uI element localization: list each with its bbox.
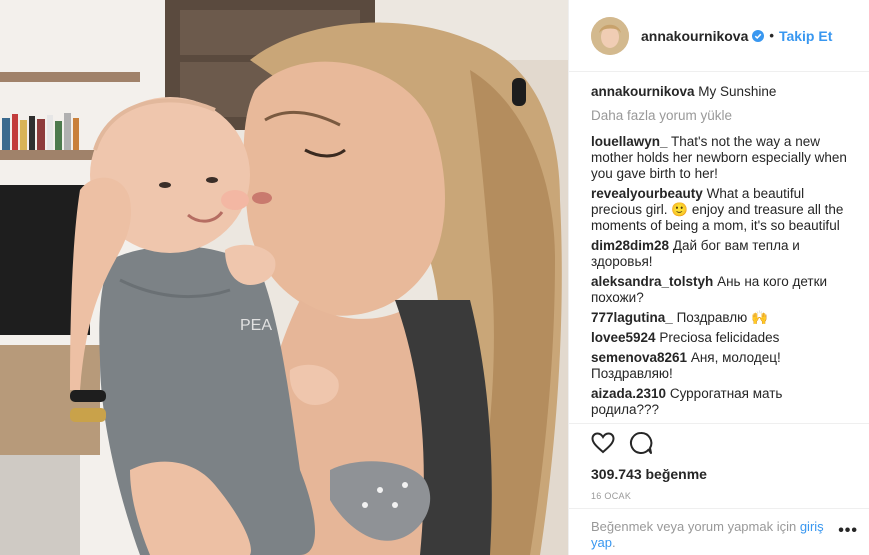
comments-list[interactable]: annakournikova My Sunshine Daha fazla yo… (591, 84, 853, 423)
comment-username[interactable]: aleksandra_tolstyh (591, 274, 713, 289)
avatar[interactable] (591, 16, 629, 55)
caption-text: My Sunshine (698, 84, 777, 99)
comment-item: aleksandra_tolstyh Ань на кого детки пох… (591, 274, 853, 306)
comment-text: Preciosa felicidades (659, 330, 780, 345)
post-date: 16 OCAK (591, 491, 632, 501)
comment-username[interactable]: 777lagutina_ (591, 310, 673, 325)
post-side-panel: annakournikova • Takip Et annakournikova… (568, 0, 869, 555)
action-icons (591, 430, 869, 456)
shirt-print-text: PEA (240, 317, 272, 334)
post-header: annakournikova • Takip Et (569, 0, 869, 72)
load-more-comments-link[interactable]: Daha fazla yorum yükle (591, 108, 853, 124)
more-options-icon[interactable]: ••• (838, 523, 858, 539)
comment-username[interactable]: revealyourbeauty (591, 186, 703, 201)
comment-username[interactable]: dim28dim28 (591, 238, 669, 253)
avatar-image (591, 16, 629, 55)
comment-item: 777lagutina_ Поздравлю 🙌 (591, 310, 853, 326)
caption-username[interactable]: annakournikova (591, 84, 695, 99)
comment-item: louellawyn_ That's not the way a new mot… (591, 134, 853, 182)
post-caption: annakournikova My Sunshine (591, 84, 853, 100)
comment-username[interactable]: aizada.2310 (591, 386, 666, 401)
comment-item: revealyourbeauty What a beautiful precio… (591, 186, 853, 234)
comment-item: aizada.2310 Суррогатная мать родила??? (591, 386, 853, 418)
post-photo: PEA (0, 0, 568, 555)
photo-illustration: PEA (0, 0, 568, 555)
comment-username[interactable]: lovee5924 (591, 330, 656, 345)
comment-username[interactable]: semenova8261 (591, 350, 687, 365)
comment-item: dim28dim28 Дай бог вам тепла и здоровья! (591, 238, 853, 270)
comment-text: Поздравлю 🙌 (676, 310, 768, 325)
comment-username[interactable]: louellawyn_ (591, 134, 668, 149)
comment-bubble-icon[interactable] (629, 431, 653, 455)
login-prompt-text: Beğenmek veya yorum yapmak için (591, 519, 797, 534)
follow-button[interactable]: Takip Et (779, 28, 832, 44)
verified-badge-icon (752, 29, 765, 42)
comment-item: semenova8261 Аня, молодец! Поздравляю! (591, 350, 853, 382)
heart-icon[interactable] (591, 432, 615, 454)
header-username[interactable]: annakournikova (641, 28, 748, 44)
login-prompt-period: . (611, 535, 616, 550)
separator-dot: • (769, 28, 774, 43)
likes-count[interactable]: 309.743 beğenme (591, 466, 869, 482)
comment-item: lovee5924 Preciosa felicidades (591, 330, 853, 346)
login-prompt: Beğenmek veya yorum yapmak için giriş ya… (569, 508, 869, 555)
